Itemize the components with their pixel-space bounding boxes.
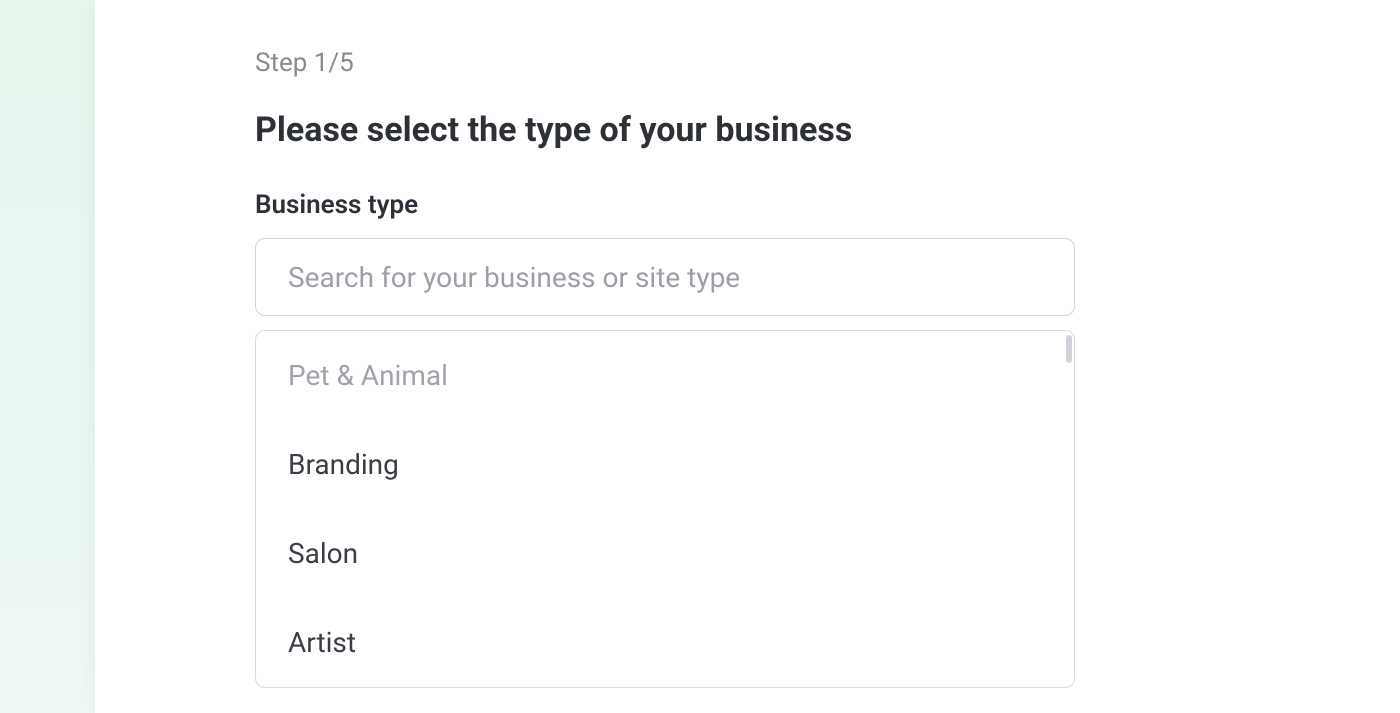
business-type-search-input[interactable] bbox=[255, 238, 1075, 316]
dropdown-option-artist[interactable]: Artist bbox=[256, 598, 1074, 687]
page-title: Please select the type of your business bbox=[255, 110, 1077, 150]
right-background-area bbox=[1237, 0, 1400, 713]
business-type-dropdown: Pet & Animal Branding Salon Artist bbox=[255, 330, 1075, 688]
form-content: Step 1/5 Please select the type of your … bbox=[95, 0, 1237, 688]
dropdown-option-branding[interactable]: Branding bbox=[256, 420, 1074, 509]
main-panel: Step 1/5 Please select the type of your … bbox=[95, 0, 1237, 713]
dropdown-option-pet-animal[interactable]: Pet & Animal bbox=[256, 331, 1074, 420]
step-indicator: Step 1/5 bbox=[255, 48, 1077, 78]
business-type-label: Business type bbox=[255, 190, 1077, 220]
dropdown-scrollbar[interactable] bbox=[1066, 335, 1072, 363]
left-gradient-background bbox=[0, 0, 95, 713]
dropdown-option-salon[interactable]: Salon bbox=[256, 509, 1074, 598]
